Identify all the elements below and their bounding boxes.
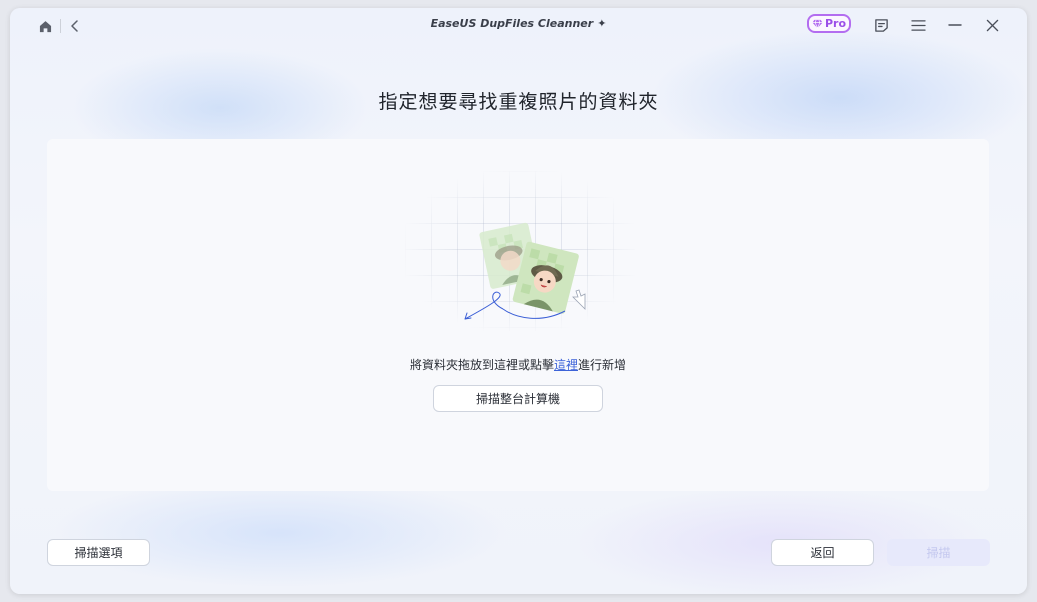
background-glow: [50, 478, 510, 588]
page-title: 指定想要尋找重複照片的資料夾: [378, 91, 659, 113]
drop-hint: 將資料夾拖放到這裡或點擊這裡進行新增: [47, 356, 989, 373]
feedback-icon[interactable]: [872, 16, 890, 34]
pro-label: Pro: [824, 17, 847, 30]
app-title-text: EaseUS DupFiles Cleanner: [430, 17, 594, 30]
add-folder-link[interactable]: 這裡: [554, 358, 578, 372]
hamburger-icon[interactable]: [909, 16, 927, 34]
scan-options-button[interactable]: 掃描選項: [47, 539, 150, 566]
scan-button[interactable]: 掃描: [887, 539, 990, 566]
close-icon[interactable]: [983, 16, 1001, 34]
pro-upgrade-button[interactable]: Pro: [807, 14, 851, 33]
drop-hint-text: 將資料夾拖放到這裡或點擊: [409, 358, 554, 372]
sparkle-icon: ✦: [597, 17, 607, 30]
diamond-icon: [812, 19, 823, 29]
app-window: EaseUS DupFiles Cleanner ✦ Pro 指定想要尋找重複照…: [10, 8, 1027, 594]
folder-drop-zone[interactable]: 將資料夾拖放到這裡或點擊這裡進行新增 掃描整台計算機: [47, 139, 989, 491]
photos-illustration: [464, 222, 586, 320]
scan-entire-computer-button[interactable]: 掃描整台計算機: [433, 385, 603, 412]
back-button[interactable]: 返回: [771, 539, 874, 566]
minimize-icon[interactable]: [946, 16, 964, 34]
drop-hint-text-end: 進行新增: [578, 358, 627, 372]
title-bar: EaseUS DupFiles Cleanner ✦ Pro: [10, 8, 1027, 44]
